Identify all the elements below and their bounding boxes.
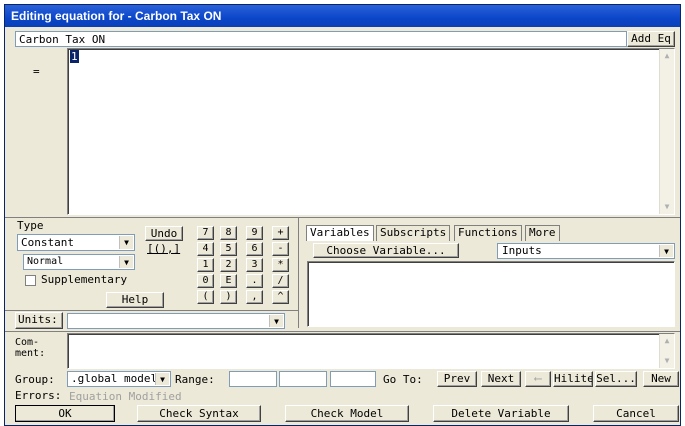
brackets-button[interactable]: [(),] <box>147 242 180 256</box>
supplementary-checkbox[interactable] <box>25 275 36 286</box>
range-end-field[interactable] <box>279 371 327 387</box>
range-start-field[interactable] <box>229 371 277 387</box>
prev-button[interactable]: Prev <box>437 371 477 387</box>
key-minus[interactable]: - <box>272 242 289 256</box>
supplementary-label: Supplementary <box>41 273 128 286</box>
chevron-down-icon: ▼ <box>155 373 169 385</box>
cancel-button[interactable]: Cancel <box>593 405 679 422</box>
window-title: Editing equation for - Carbon Tax ON <box>5 5 680 27</box>
next-button[interactable]: Next <box>481 371 521 387</box>
chevron-down-icon: ▼ <box>269 315 283 327</box>
subtype-value: Normal <box>27 256 64 267</box>
type-value: Constant <box>21 236 74 249</box>
inputs-dropdown[interactable]: Inputs ▼ <box>497 243 675 259</box>
chevron-down-icon: ▼ <box>119 236 133 249</box>
units-button[interactable]: Units: <box>15 312 63 329</box>
range-step-field[interactable] <box>330 371 376 387</box>
errors-value: Equation Modified <box>69 390 182 403</box>
check-syntax-button[interactable]: Check Syntax <box>137 405 261 422</box>
tab-more[interactable]: More <box>525 225 560 241</box>
key-plus[interactable]: + <box>272 226 289 240</box>
check-model-button[interactable]: Check Model <box>285 405 409 422</box>
key-7[interactable]: 7 <box>197 226 214 240</box>
key-comma[interactable]: , <box>246 290 263 304</box>
scroll-down-icon[interactable]: ▼ <box>660 354 674 368</box>
group-value: .global model <box>71 372 158 385</box>
variable-name-text: Carbon Tax ON <box>19 33 106 46</box>
key-0[interactable]: 0 <box>197 274 214 288</box>
tab-variables[interactable]: Variables <box>306 225 374 241</box>
equation-scrollbar[interactable]: ▲ ▼ <box>659 49 674 214</box>
group-dropdown[interactable]: .global model ▼ <box>67 371 171 387</box>
new-button[interactable]: New <box>643 371 679 387</box>
units-dropdown[interactable]: ▼ <box>67 313 285 329</box>
comment-label-line2: ment: <box>15 348 46 359</box>
equation-text: 1 <box>70 50 79 63</box>
tab-subscripts[interactable]: Subscripts <box>376 225 451 241</box>
key-3[interactable]: 3 <box>246 258 263 272</box>
scroll-up-icon[interactable]: ▲ <box>660 334 674 348</box>
chevron-down-icon: ▼ <box>659 245 673 257</box>
help-button[interactable]: Help <box>106 292 164 308</box>
comment-field[interactable]: ▲ ▼ <box>67 333 675 369</box>
key-6[interactable]: 6 <box>246 242 263 256</box>
key-1[interactable]: 1 <box>197 258 214 272</box>
choose-variable-button[interactable]: Choose Variable... <box>313 243 459 258</box>
key-4[interactable]: 4 <box>197 242 214 256</box>
type-dropdown[interactable]: Constant ▼ <box>17 234 135 251</box>
key-close-paren[interactable]: ) <box>220 290 237 304</box>
inputs-value: Inputs <box>502 244 542 257</box>
variable-name-field[interactable]: Carbon Tax ON <box>15 31 627 47</box>
equals-sign: = <box>33 65 40 78</box>
equation-editor-window: Editing equation for - Carbon Tax ON Car… <box>4 4 681 426</box>
key-2[interactable]: 2 <box>220 258 237 272</box>
key-exponent[interactable]: E <box>220 274 237 288</box>
back-arrow-icon[interactable]: ⟵ <box>525 371 551 387</box>
subtype-dropdown[interactable]: Normal ▼ <box>23 254 135 270</box>
sel-button[interactable]: Sel... <box>595 371 637 387</box>
key-power[interactable]: ^ <box>272 290 289 304</box>
range-label: Range: <box>175 373 215 386</box>
scroll-up-icon[interactable]: ▲ <box>660 49 674 63</box>
group-label: Group: <box>15 373 55 386</box>
hilite-button[interactable]: Hilite <box>553 371 593 387</box>
goto-label: Go To: <box>383 373 423 386</box>
key-divide[interactable]: / <box>272 274 289 288</box>
undo-button[interactable]: Undo <box>145 226 183 241</box>
key-8[interactable]: 8 <box>220 226 237 240</box>
equation-editor[interactable]: 1 ▲ ▼ <box>67 48 675 215</box>
chevron-down-icon: ▼ <box>119 256 133 268</box>
comment-label-line1: Com- <box>15 337 40 348</box>
delete-variable-button[interactable]: Delete Variable <box>433 405 569 422</box>
key-9[interactable]: 9 <box>246 226 263 240</box>
key-multiply[interactable]: * <box>272 258 289 272</box>
variable-list[interactable] <box>307 261 675 327</box>
key-open-paren[interactable]: ( <box>197 290 214 304</box>
ok-button[interactable]: OK <box>15 405 115 422</box>
comment-scrollbar[interactable]: ▲ ▼ <box>659 334 674 368</box>
errors-label: Errors: <box>15 389 62 402</box>
add-eq-button[interactable]: Add Eq <box>627 31 675 47</box>
tab-functions[interactable]: Functions <box>454 225 522 241</box>
type-label: Type <box>17 219 44 232</box>
key-decimal[interactable]: . <box>246 274 263 288</box>
key-5[interactable]: 5 <box>220 242 237 256</box>
scroll-down-icon[interactable]: ▼ <box>660 200 674 214</box>
